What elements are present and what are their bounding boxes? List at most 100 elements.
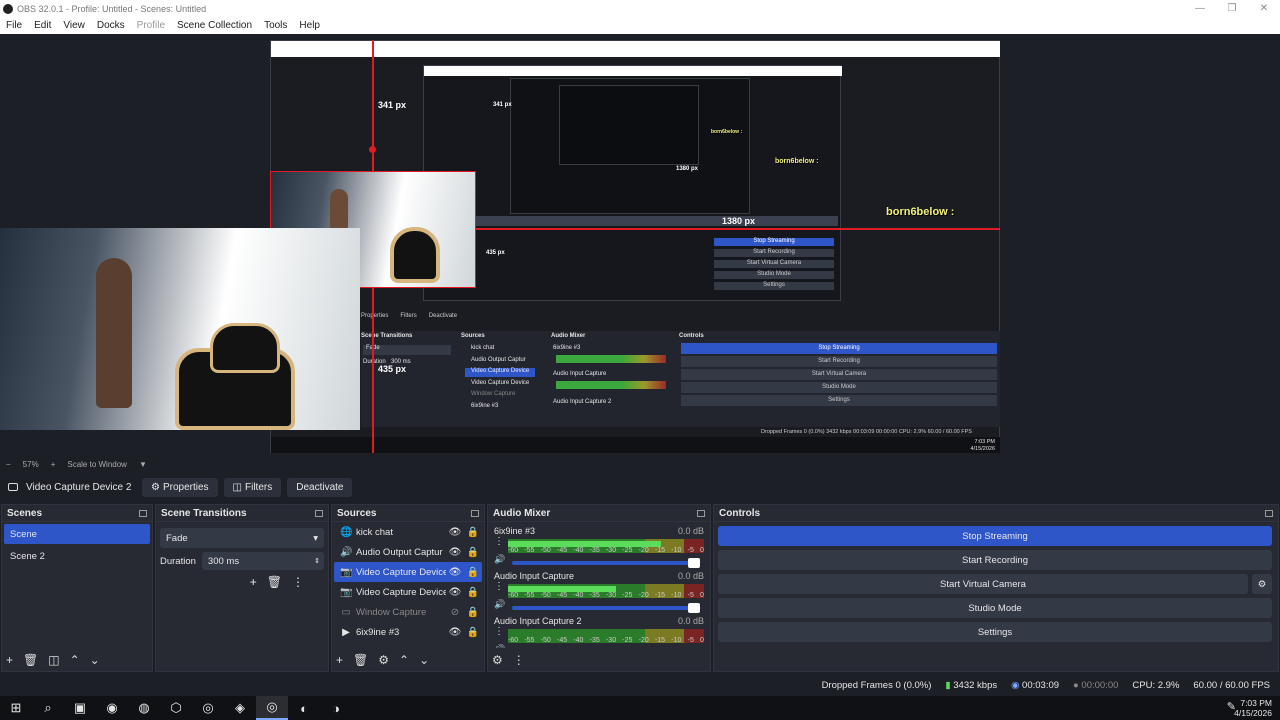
preview-canvas[interactable]: Stop Streaming Start Recording Start Vir…	[270, 40, 1000, 453]
start-recording-button[interactable]: Start Recording	[718, 550, 1272, 570]
scene-item[interactable]: Scene	[4, 524, 150, 544]
task-view-icon[interactable]: ▣	[64, 696, 96, 720]
trash-icon[interactable]: 🗑	[267, 575, 282, 589]
duration-stepper[interactable]: 300 ms ⇕	[201, 552, 324, 570]
source-item[interactable]: 🌐 kick chat 👁 🔒	[334, 522, 482, 542]
minimize-button[interactable]: —	[1184, 0, 1216, 17]
source-item[interactable]: ▶ 6ix9ine #3 👁 🔒	[334, 622, 482, 642]
nested-studio-mode: Studio Mode	[714, 271, 834, 279]
meter-tick: -45	[556, 637, 568, 644]
speaker-icon[interactable]: 🔊	[494, 644, 506, 648]
more-icon[interactable]: ⋮	[292, 575, 304, 589]
windows-start-icon[interactable]: ⊞	[0, 696, 32, 720]
chrome-icon[interactable]: ◎	[192, 696, 224, 720]
menu-tools[interactable]: Tools	[258, 20, 293, 31]
gear-icon[interactable]: ⚙	[378, 653, 389, 667]
obs-icon[interactable]: ◑	[320, 696, 352, 720]
transition-select[interactable]: Fade ▾	[160, 528, 324, 548]
slider-knob[interactable]	[688, 557, 700, 568]
app-icon[interactable]: ◈	[224, 696, 256, 720]
add-icon[interactable]: +	[250, 575, 257, 589]
filters-button[interactable]: ◫ Filters	[223, 477, 282, 497]
speaker-icon[interactable]: 🔊	[494, 599, 506, 610]
eye-icon[interactable]: 👁	[446, 527, 464, 538]
menu-scene-collection[interactable]: Scene Collection	[171, 20, 258, 31]
move-down-icon[interactable]: ⌄	[90, 653, 100, 667]
source-item[interactable]: 📷 Video Capture Device 👁 🔒	[334, 582, 482, 602]
studio-mode-button[interactable]: Studio Mode	[718, 598, 1272, 618]
lock-icon[interactable]: 🔒	[464, 527, 482, 538]
vcam-settings-gear-icon[interactable]: ⚙	[1252, 574, 1272, 594]
menu-help[interactable]: Help	[293, 20, 326, 31]
zoom-in-button[interactable]: +	[45, 460, 62, 469]
search-icon[interactable]: ⌕	[32, 696, 64, 720]
start-virtual-camera-button[interactable]: Start Virtual Camera	[718, 574, 1248, 594]
stepper-arrows-icon[interactable]: ⇕	[314, 557, 324, 565]
eye-closed-icon[interactable]: ⊘	[446, 607, 464, 618]
close-button[interactable]: ✕	[1248, 0, 1280, 17]
dock-float-icon[interactable]	[1265, 509, 1273, 517]
meter-ticks: -60 -55 -50 -45 -40 -35 -30 -25 -20 -15 -10 -5 0	[508, 547, 704, 554]
source-toolbar: Video Capture Device 2 ⚙ Properties ◫ Fi…	[0, 476, 1280, 498]
edge-icon[interactable]: ◉	[96, 696, 128, 720]
nested-preview-level2: Stop Streaming Start Recording Start Vir…	[423, 65, 842, 301]
preview-area[interactable]: Stop Streaming Start Recording Start Vir…	[0, 34, 1280, 456]
zoom-out-button[interactable]: −	[0, 460, 17, 469]
source-item[interactable]: 📷 Video Capture Device 👁 🔒	[334, 562, 482, 582]
lock-icon[interactable]: 🔒	[464, 607, 482, 618]
menu-file[interactable]: File	[0, 20, 28, 31]
eye-icon[interactable]: 👁	[446, 587, 464, 598]
duration-row: Duration 300 ms ⇕	[160, 552, 324, 570]
source-item[interactable]: ▭ Window Capture ⊘ 🔒	[334, 602, 482, 622]
chrome-active-icon[interactable]: ◎	[256, 696, 288, 720]
maximize-button[interactable]: ❐	[1216, 0, 1248, 17]
slider-knob[interactable]	[688, 647, 700, 648]
menu-docks[interactable]: Docks	[91, 20, 131, 31]
discord-icon[interactable]: ◐	[288, 696, 320, 720]
more-icon[interactable]: ⋮	[513, 653, 525, 667]
dock-float-icon[interactable]	[697, 509, 705, 517]
slider-knob[interactable]	[688, 602, 700, 613]
advanced-audio-icon[interactable]: ⚙	[492, 653, 503, 667]
dock-float-icon[interactable]	[315, 509, 323, 517]
more-icon[interactable]: ⋮	[494, 626, 506, 637]
move-up-icon[interactable]: ⌃	[399, 653, 409, 667]
move-down-icon[interactable]: ⌄	[419, 653, 429, 667]
settings-button[interactable]: Settings	[718, 622, 1272, 642]
trash-icon[interactable]: 🗑	[353, 653, 368, 667]
trash-icon[interactable]: 🗑	[23, 653, 38, 667]
volume-slider[interactable]	[512, 557, 700, 568]
dock-float-icon[interactable]	[471, 509, 479, 517]
filter-icon[interactable]: ◫	[48, 653, 59, 667]
menu-view[interactable]: View	[57, 20, 91, 31]
eye-icon[interactable]: 👁	[446, 627, 464, 638]
menu-edit[interactable]: Edit	[28, 20, 57, 31]
lock-icon[interactable]: 🔒	[464, 567, 482, 578]
eye-icon[interactable]: 👁	[446, 547, 464, 558]
stop-streaming-button[interactable]: Stop Streaming	[718, 526, 1272, 546]
lock-icon[interactable]: 🔒	[464, 547, 482, 558]
add-icon[interactable]: +	[336, 653, 343, 667]
add-icon[interactable]: +	[6, 653, 13, 667]
deactivate-button[interactable]: Deactivate	[287, 477, 353, 497]
firefox-icon[interactable]: ◍	[128, 696, 160, 720]
lock-icon[interactable]: 🔒	[464, 627, 482, 638]
scene-item[interactable]: Scene 2	[4, 546, 150, 566]
eye-icon[interactable]: 👁	[446, 567, 464, 578]
more-icon[interactable]: ⋮	[494, 581, 506, 592]
meter-tick: -10	[671, 637, 682, 644]
speaker-icon[interactable]: 🔊	[494, 554, 506, 565]
source-item[interactable]: 🔊 Audio Output Captur 👁 🔒	[334, 542, 482, 562]
sources-title: Sources	[337, 507, 377, 519]
more-icon[interactable]: ⋮	[494, 536, 506, 547]
dock-float-icon[interactable]	[139, 509, 147, 517]
meter-tick: -40	[573, 637, 584, 644]
move-up-icon[interactable]: ⌃	[70, 653, 80, 667]
store-icon[interactable]: ⬡	[160, 696, 192, 720]
measure-handle[interactable]	[369, 146, 376, 153]
lock-icon[interactable]: 🔒	[464, 587, 482, 598]
properties-button[interactable]: ⚙ Properties	[142, 477, 218, 497]
volume-slider[interactable]	[512, 602, 700, 613]
taskbar-clock[interactable]: 7:03 PM 4/15/2026	[1234, 698, 1272, 718]
scale-mode-dropdown-icon[interactable]: ▼	[133, 460, 153, 469]
